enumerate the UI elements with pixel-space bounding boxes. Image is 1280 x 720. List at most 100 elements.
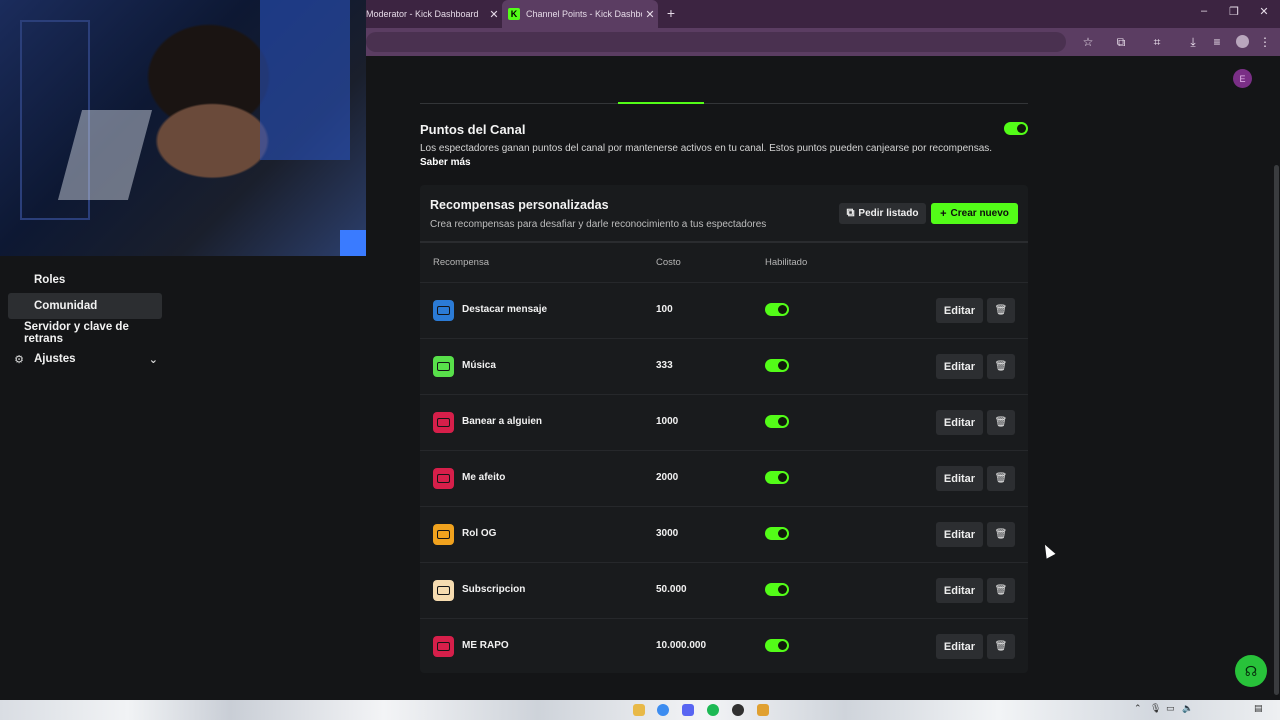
sidebar-item-roles[interactable]: Roles xyxy=(8,267,162,293)
network-icon[interactable]: ▭ xyxy=(1166,703,1175,714)
column-header-reward: Recompensa xyxy=(433,257,489,268)
sidebar-item-servidor[interactable]: Servidor y clave de retrans xyxy=(8,320,168,346)
edit-button[interactable]: Editar xyxy=(936,298,983,323)
app-icon[interactable] xyxy=(757,704,769,716)
edit-button[interactable]: Editar xyxy=(936,410,983,435)
table-row: Destacar mensaje 100 Editar 🗑 xyxy=(420,282,1028,338)
delete-button[interactable]: 🗑 xyxy=(987,578,1015,603)
reward-cost: 3000 xyxy=(656,528,679,539)
reward-enabled-toggle[interactable] xyxy=(765,303,789,316)
delete-button[interactable]: 🗑 xyxy=(987,410,1015,435)
discord-icon[interactable] xyxy=(682,704,694,716)
reward-icon xyxy=(433,412,454,433)
trash-icon: 🗑 xyxy=(994,417,1008,428)
create-new-button[interactable]: + Crear nuevo xyxy=(931,203,1018,224)
reward-name: Música xyxy=(462,360,496,371)
panel-divider xyxy=(420,241,1028,243)
obs-icon[interactable] xyxy=(732,704,744,716)
reward-enabled-toggle[interactable] xyxy=(765,583,789,596)
sidebar-item-ajustes[interactable]: ⚙ Ajustes ⌄ xyxy=(8,346,162,372)
sidebar-item-comunidad[interactable]: Comunidad xyxy=(8,293,162,319)
reward-cost: 1000 xyxy=(656,416,679,427)
volume-icon[interactable]: 🔈 xyxy=(1182,703,1193,714)
minimize-icon[interactable]: – xyxy=(1194,5,1214,17)
plus-icon[interactable]: + xyxy=(662,5,680,21)
delete-button[interactable]: 🗑 xyxy=(987,522,1015,547)
edit-button[interactable]: Editar xyxy=(936,578,983,603)
delete-button[interactable]: 🗑 xyxy=(987,466,1015,491)
trash-icon: 🗑 xyxy=(994,529,1008,540)
table-row: Subscripcion 50.000 Editar 🗑 xyxy=(420,562,1028,618)
star-icon[interactable]: ☆ xyxy=(1080,34,1096,50)
edit-button[interactable]: Editar xyxy=(936,634,983,659)
rewards-title: Recompensas personalizadas xyxy=(430,198,609,212)
microphone-icon[interactable]: 🎙 xyxy=(1150,703,1161,714)
reward-icon xyxy=(433,524,454,545)
sidebar-item-label: Comunidad xyxy=(34,300,98,312)
active-tab-indicator xyxy=(618,102,704,104)
translate-icon[interactable]: ⌗ xyxy=(1149,34,1165,50)
extensions-icon[interactable]: ⧉ xyxy=(1113,34,1129,50)
more-menu-icon[interactable]: ⋮ xyxy=(1257,34,1273,50)
reward-enabled-toggle[interactable] xyxy=(765,415,789,428)
channel-points-toggle[interactable] xyxy=(1004,122,1028,135)
close-icon[interactable]: ✕ xyxy=(642,8,658,21)
column-header-cost: Costo xyxy=(656,257,681,268)
browser-tab-channel-points[interactable]: K Channel Points - Kick Dashboar ✕ xyxy=(502,0,658,28)
delete-button[interactable]: 🗑 xyxy=(987,354,1015,379)
section-tabs-divider xyxy=(420,103,1028,104)
file-explorer-icon[interactable] xyxy=(633,704,645,716)
reward-cost: 333 xyxy=(656,360,673,371)
tab-label: Moderator - Kick Dashboard xyxy=(366,9,479,19)
support-chat-button[interactable]: ☊ xyxy=(1235,655,1267,687)
reward-icon xyxy=(433,468,454,489)
browser-tab-moderator[interactable]: Moderator - Kick Dashboard ✕ xyxy=(366,0,502,28)
learn-more-link[interactable]: Saber más xyxy=(420,157,471,168)
page-scrollbar[interactable] xyxy=(1274,165,1279,695)
edit-button[interactable]: Editar xyxy=(936,522,983,547)
tab-label: Channel Points - Kick Dashboar xyxy=(526,9,642,19)
external-link-icon: ⧉ xyxy=(846,207,855,219)
kick-logo-icon: K xyxy=(508,8,520,20)
delete-button[interactable]: 🗑 xyxy=(987,634,1015,659)
reward-enabled-toggle[interactable] xyxy=(765,471,789,484)
reward-enabled-toggle[interactable] xyxy=(765,527,789,540)
browser-profile-avatar[interactable] xyxy=(1236,35,1249,48)
headset-icon: ☊ xyxy=(1244,662,1258,679)
edit-button[interactable]: Editar xyxy=(936,354,983,379)
reward-cost: 50.000 xyxy=(656,584,687,595)
page-description: Los espectadores ganan puntos del canal … xyxy=(420,143,993,154)
rewards-subtitle: Crea recompensas para desafiar y darle r… xyxy=(430,219,767,230)
edit-button[interactable]: Editar xyxy=(936,466,983,491)
reward-name: Rol OG xyxy=(462,528,497,539)
media-queue-icon[interactable]: ≡ xyxy=(1209,34,1225,50)
spotify-icon[interactable] xyxy=(707,704,719,716)
trash-icon: 🗑 xyxy=(994,473,1008,484)
address-bar[interactable] xyxy=(366,32,1066,52)
column-header-enabled: Habilitado xyxy=(765,257,808,268)
delete-button[interactable]: 🗑 xyxy=(987,298,1015,323)
user-avatar[interactable]: E xyxy=(1233,69,1252,88)
trash-icon: 🗑 xyxy=(994,585,1008,596)
close-icon[interactable]: ✕ xyxy=(486,8,502,21)
reward-cost: 10.000.000 xyxy=(656,640,707,651)
webcam-background-light xyxy=(260,0,350,160)
page-title: Puntos del Canal xyxy=(420,122,526,137)
tray-chevron-icon[interactable]: ⌃ xyxy=(1134,703,1142,714)
screen: Moderator - Kick Dashboard ✕ K Channel P… xyxy=(0,0,1280,720)
table-row: Banear a alguien 1000 Editar 🗑 xyxy=(420,394,1028,450)
download-icon[interactable]: ⤓ xyxy=(1185,34,1201,50)
chevron-down-icon[interactable]: ⌄ xyxy=(149,353,158,366)
reward-name: ME RAPO xyxy=(462,640,509,651)
reward-enabled-toggle[interactable] xyxy=(765,359,789,372)
reward-enabled-toggle[interactable] xyxy=(765,639,789,652)
request-list-button[interactable]: ⧉ Pedir listado xyxy=(839,203,926,224)
trash-icon: 🗑 xyxy=(994,305,1008,316)
plus-icon: + xyxy=(940,207,947,220)
reward-cost: 100 xyxy=(656,304,673,315)
restore-icon[interactable]: ❐ xyxy=(1224,5,1244,18)
webcam-overlay xyxy=(0,0,366,256)
chrome-icon[interactable] xyxy=(657,704,669,716)
notifications-icon[interactable]: ▤ xyxy=(1254,703,1263,714)
window-close-icon[interactable]: ✕ xyxy=(1254,5,1274,18)
